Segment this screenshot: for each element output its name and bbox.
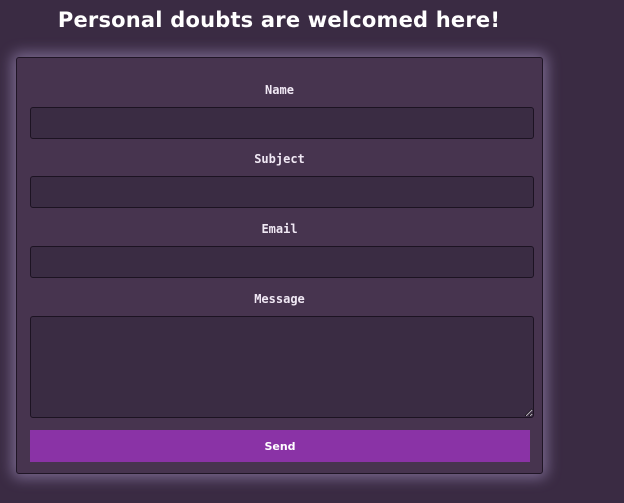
contact-form: Name Subject Email Message Send [16, 57, 543, 474]
name-label: Name [265, 83, 294, 97]
email-field[interactable] [30, 246, 534, 278]
message-label: Message [254, 292, 305, 306]
email-label: Email [261, 222, 298, 236]
message-field[interactable] [30, 316, 534, 418]
name-field[interactable] [30, 107, 534, 139]
page-title: Personal doubts are welcomed here! [57, 8, 501, 32]
subject-label: Subject [254, 152, 305, 166]
subject-field[interactable] [30, 176, 534, 208]
send-button[interactable]: Send [30, 430, 530, 462]
